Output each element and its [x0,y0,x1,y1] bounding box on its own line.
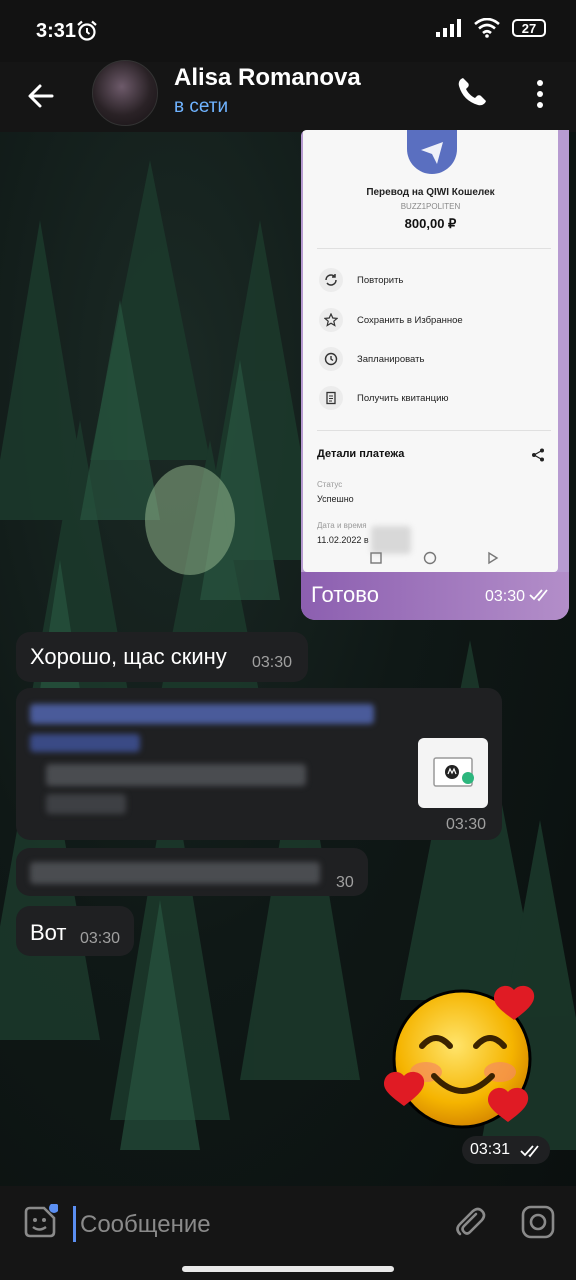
action-repeat: Повторить [319,267,403,293]
action-label: Сохранить в Избранное [357,314,463,326]
message-time: 03:31 [470,1141,511,1158]
contact-name[interactable]: Alisa Romanova [174,64,361,92]
action-label: Получить квитанцию [357,392,449,404]
paperclip-icon[interactable] [452,1204,488,1240]
action-schedule: Запланировать [319,346,424,372]
action-label: Повторить [357,274,404,286]
message-input[interactable] [78,1204,422,1246]
transfer-title: Перевод на QIWI Кошелек [366,187,495,198]
contact-avatar[interactable] [92,60,158,126]
outgoing-image-message[interactable]: Перевод на QIWI Кошелек BUZZ1POLITEN 800… [301,130,569,620]
phone-icon[interactable] [454,74,490,110]
date-value: 11.02.2022 в [317,535,369,545]
blurred-link-text [30,704,374,724]
sticker-time-badge: 03:31 [462,1136,550,1164]
blurred-message-text [30,862,320,884]
double-check-icon [520,1145,539,1158]
incoming-message[interactable]: Хорошо, щас скину 03:30 [16,632,308,682]
blurred-preview-text [46,764,306,786]
contact-online-status: в сети [174,96,229,117]
sticker-emoji-icon[interactable] [22,1204,58,1240]
divider [317,430,551,431]
camera-icon[interactable] [520,1204,556,1240]
link-preview-thumbnail[interactable] [418,738,488,808]
double-check-icon [529,589,548,602]
status-time: 3:31 [36,20,77,42]
image-caption: Готово 03:30 [301,572,569,620]
message-text: Хорошо, щас скину [30,644,227,669]
message-text: Готово [311,582,379,607]
signal-icon [436,19,461,37]
repeat-icon [319,268,343,292]
incoming-message[interactable]: 30 [16,848,368,896]
clock-icon [319,347,343,371]
send-transfer-icon [407,130,457,174]
receipt-icon [319,386,343,410]
android-navbar-icon [370,551,499,565]
divider [317,248,551,249]
text-cursor [73,1206,76,1242]
share-icon [532,448,544,462]
date-label: Дата и время [317,521,367,530]
transfer-subtitle: BUZZ1POLITEN [400,202,461,211]
payment-details-title: Детали платежа [317,448,405,460]
more-vert-icon[interactable] [530,76,550,112]
message-time: 03:30 [80,930,121,947]
blurred-link-text [30,734,140,752]
alarm-icon [77,20,97,41]
message-time: 03:30 [484,588,525,605]
message-time: 03:30 [446,816,487,833]
smiling-face-with-hearts-sticker[interactable] [384,984,544,1134]
status-label: Статус [317,480,343,489]
home-indicator[interactable] [182,1266,394,1272]
chat-header: Alisa Romanova в сети [0,60,576,132]
status-bar: 3:31 27 [0,0,576,62]
transfer-amount: 800,00 ₽ [404,216,457,231]
incoming-message[interactable]: Вот 03:30 [16,906,134,956]
message-time: 30 [336,874,354,891]
link-preview-image-icon [433,757,474,787]
star-icon [319,308,343,332]
action-favorite: Сохранить в Избранное [319,307,463,333]
wifi-icon [474,18,500,38]
action-label: Запланировать [357,353,425,365]
message-text: Вот [30,920,67,945]
action-receipt: Получить квитанцию [319,385,449,411]
payment-screenshot[interactable]: Перевод на QIWI Кошелек BUZZ1POLITEN 800… [303,130,558,572]
message-time: 03:30 [252,654,293,671]
back-arrow-icon[interactable] [22,76,62,116]
status-value: Успешно [317,494,354,504]
battery-icon: 27 [512,19,546,37]
status-icons: 27 [436,18,546,38]
blurred-preview-text [46,794,126,814]
